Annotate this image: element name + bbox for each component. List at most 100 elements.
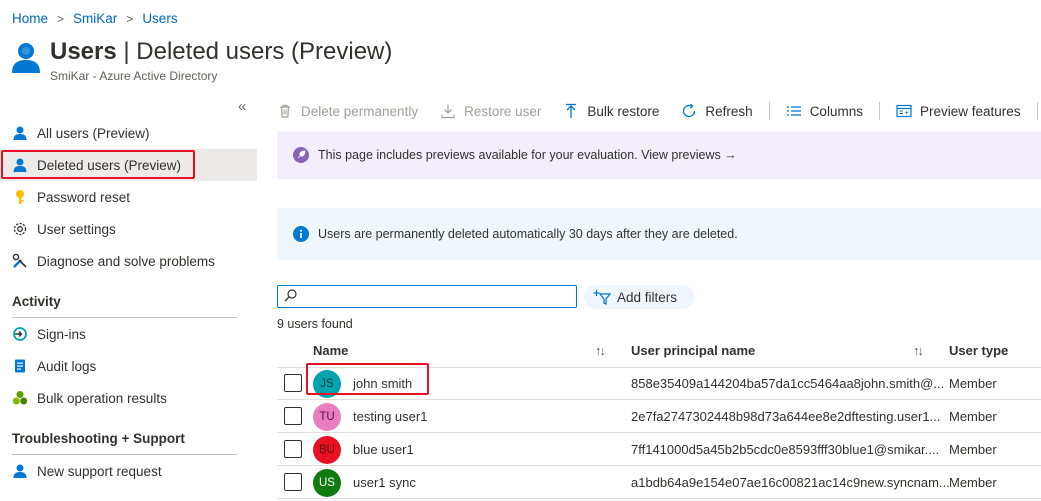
audit-log-icon [12, 358, 28, 374]
signin-icon [12, 326, 28, 342]
bulk-restore-label: Bulk restore [587, 103, 660, 119]
breadcrumb: Home > SmiKar > Users [12, 11, 178, 26]
toolbar-divider [878, 102, 880, 120]
preview-features-button[interactable]: Preview features [896, 103, 1021, 119]
sidebar-item-sign-ins[interactable]: Sign-ins [0, 318, 257, 350]
page-subtitle: SmiKar - Azure Active Directory [50, 69, 218, 83]
preview-features-label: Preview features [919, 103, 1021, 119]
user-type: Member [949, 442, 997, 457]
chevron-right-icon: > [126, 11, 134, 26]
row-checkbox[interactable] [284, 374, 302, 392]
result-count: 9 users found [277, 317, 353, 331]
sidebar-item-label: Bulk operation results [37, 390, 167, 406]
page-header: Users | Deleted users (Preview) SmiKar -… [10, 36, 392, 83]
chevron-right-icon: > [57, 11, 65, 26]
sidebar-item-label: User settings [37, 221, 116, 237]
sidebar-item-label: Diagnose and solve problems [37, 253, 215, 269]
sort-icon[interactable]: ↑↓ [913, 343, 924, 358]
user-type: Member [949, 376, 997, 391]
user-principal-name: 858e35409a144204ba57da1cc5464aa8john.smi… [631, 376, 945, 391]
restore-user-button[interactable]: Restore user [440, 103, 541, 119]
columns-button[interactable]: Columns [786, 103, 863, 119]
column-header-user-type[interactable]: User type [949, 343, 1008, 358]
user-principal-name: 7ff141000d5a45b2b5cdc0e8593fff30blue1@sm… [631, 442, 940, 457]
table-row[interactable]: US user1 sync a1bdb64a9e154e07ae16c00821… [277, 466, 1041, 499]
avatar: US [313, 469, 341, 497]
user-icon [12, 125, 28, 141]
search-input[interactable] [303, 289, 573, 304]
restore-icon [440, 103, 456, 119]
user-type: Member [949, 409, 997, 424]
sidebar-item-new-support-request[interactable]: New support request [0, 455, 257, 487]
user-name[interactable]: testing user1 [353, 409, 427, 424]
refresh-button[interactable]: Refresh [681, 103, 753, 119]
table-row[interactable]: BU blue user1 7ff141000d5a45b2b5cdc0e859… [277, 433, 1041, 466]
page-title-main: Users [50, 38, 117, 65]
page-title-section: | Deleted users (Preview) [116, 38, 393, 65]
search-box[interactable] [277, 285, 577, 308]
user-type: Member [949, 475, 997, 490]
sidebar-item-label: Sign-ins [37, 326, 86, 342]
avatar: TU [313, 403, 341, 431]
user-support-icon [12, 463, 28, 479]
delete-permanently-label: Delete permanently [301, 103, 419, 119]
restore-user-label: Restore user [464, 103, 542, 119]
avatar: BU [313, 436, 341, 464]
highlight-box [306, 363, 429, 395]
sidebar-item-user-settings[interactable]: User settings [0, 213, 257, 245]
sidebar-item-label: New support request [37, 463, 162, 479]
info-banner: Users are permanently deleted automatica… [277, 208, 1041, 260]
user-principal-name: 2e7fa2747302448b98d73a644ee8e2dftesting.… [631, 409, 941, 424]
nav-section-activity: Activity [12, 294, 61, 309]
preview-banner-text[interactable]: This page includes previews available fo… [318, 148, 737, 162]
row-checkbox[interactable] [284, 407, 302, 425]
sidebar-item-label: Audit logs [37, 358, 97, 374]
nav-section-troubleshooting: Troubleshooting + Support [12, 431, 185, 446]
column-header-upn[interactable]: User principal name [631, 343, 755, 358]
search-icon [284, 288, 297, 305]
delete-permanently-button[interactable]: Delete permanently [277, 103, 418, 119]
upload-icon [563, 103, 579, 119]
sidebar-item-label: All users (Preview) [37, 125, 150, 141]
bulk-restore-button[interactable]: Bulk restore [563, 103, 659, 119]
sidebar-item-all-users[interactable]: All users (Preview) [0, 117, 257, 149]
preview-features-icon [896, 103, 912, 119]
bulk-results-icon [12, 390, 28, 406]
collapse-sidebar-button[interactable]: « [238, 98, 246, 115]
sort-icon[interactable]: ↑↓ [595, 343, 606, 358]
sidebar-item-label: Password reset [37, 189, 131, 205]
user-principal-name: a1bdb64a9e154e07ae16c00821ac14c9new.sync… [631, 475, 950, 490]
preview-banner: This page includes previews available fo… [277, 131, 1041, 179]
key-icon [12, 189, 28, 205]
rocket-icon [293, 147, 309, 163]
sidebar-item-diagnose[interactable]: Diagnose and solve problems [0, 245, 257, 277]
page-title: Users | Deleted users (Preview) [50, 36, 392, 68]
user-name[interactable]: user1 sync [353, 475, 416, 490]
breadcrumb-smikar[interactable]: SmiKar [73, 11, 117, 26]
filter-add-icon [593, 289, 611, 305]
users-icon [10, 39, 42, 79]
trash-icon [277, 103, 293, 119]
sidebar-item-audit-logs[interactable]: Audit logs [0, 350, 257, 382]
row-checkbox[interactable] [284, 440, 302, 458]
columns-icon [786, 103, 802, 119]
info-icon [293, 226, 309, 242]
toolbar-divider [1036, 102, 1038, 120]
columns-label: Columns [809, 103, 863, 119]
column-header-name[interactable]: Name [313, 343, 348, 358]
add-filters-button[interactable]: Add filters [584, 285, 694, 309]
gear-icon [12, 221, 28, 237]
table-row[interactable]: TU testing user1 2e7fa2747302448b98d73a6… [277, 400, 1041, 433]
sidebar-item-password-reset[interactable]: Password reset [0, 181, 257, 213]
row-checkbox[interactable] [284, 473, 302, 491]
toolbar-divider [768, 102, 770, 120]
breadcrumb-home[interactable]: Home [12, 11, 48, 26]
user-name[interactable]: blue user1 [353, 442, 414, 457]
refresh-icon [681, 103, 697, 119]
info-banner-text: Users are permanently deleted automatica… [318, 227, 738, 241]
highlight-box [1, 150, 195, 179]
sidebar-item-bulk-results[interactable]: Bulk operation results [0, 382, 257, 414]
wrench-icon [12, 253, 28, 269]
refresh-label: Refresh [705, 103, 753, 119]
breadcrumb-users[interactable]: Users [142, 11, 177, 26]
